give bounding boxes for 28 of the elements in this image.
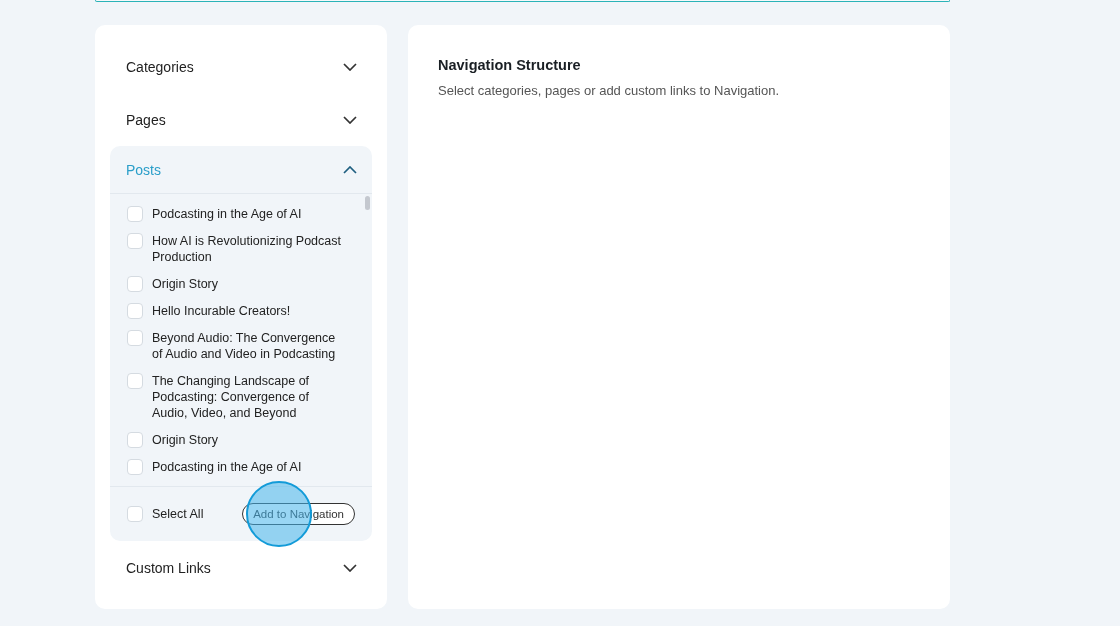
panel-title: Navigation Structure (438, 57, 582, 73)
post-label: Origin Story (152, 276, 218, 292)
scrollbar-thumb[interactable] (365, 196, 370, 210)
checkbox[interactable] (127, 233, 143, 249)
checkbox[interactable] (127, 459, 143, 475)
post-label: Podcasting in the Age of AI (152, 459, 302, 475)
chevron-up-icon (343, 165, 357, 174)
checkbox[interactable] (127, 373, 143, 389)
post-label: The Changing Landscape of Podcasting: Convergence of Audio, Video, and Beyond (152, 373, 311, 421)
accordion-header[interactable]: Custom Links (110, 541, 372, 594)
post-label: Hello Incurable Creators! (152, 303, 291, 319)
select-all-label: Select All (152, 506, 204, 522)
chevron-down-icon (343, 563, 357, 572)
post-label: How AI is Revolutionizing Podcast Production (152, 233, 342, 265)
chevron-down-icon (343, 62, 357, 71)
accordion-header[interactable]: Categories (110, 40, 372, 93)
checkbox[interactable] (127, 506, 143, 522)
panel-description: Select categories, pages or add custom links to Navigation. (438, 83, 781, 98)
checkbox[interactable] (127, 206, 143, 222)
accordion-header[interactable]: Pages (110, 93, 372, 146)
post-label: Beyond Audio: The Convergence of Audio and Video in Podcasting (152, 330, 337, 362)
checkbox[interactable] (127, 432, 143, 448)
chevron-down-icon (343, 115, 357, 124)
post-label: Origin Story (152, 432, 218, 448)
post-label: Podcasting in the Age of AI (152, 206, 302, 222)
checkbox[interactable] (127, 276, 143, 292)
checkbox[interactable] (127, 330, 143, 346)
checkbox[interactable] (127, 303, 143, 319)
